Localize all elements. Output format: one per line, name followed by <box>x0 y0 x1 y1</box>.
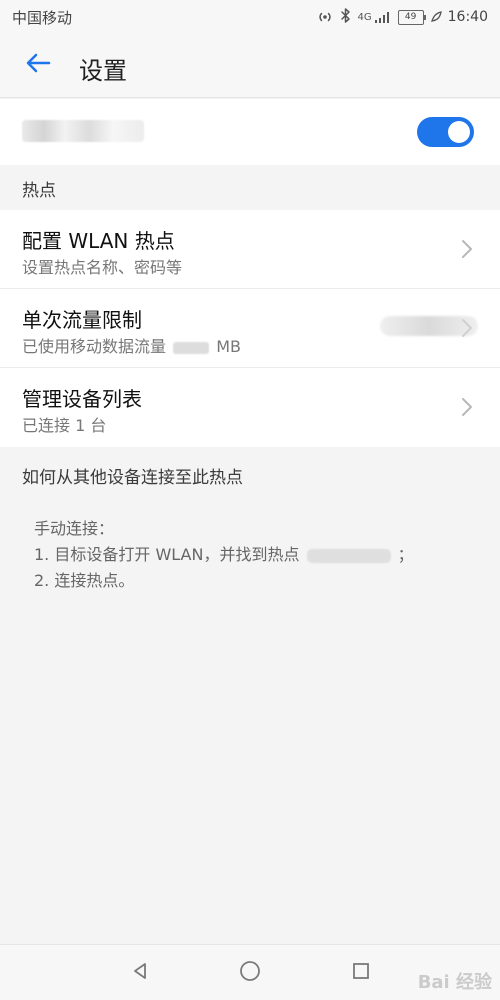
nav-back-button[interactable] <box>125 958 155 988</box>
hotspot-section-header: 热点 <box>0 166 500 210</box>
help-line-connect: 2. 连接热点。 <box>34 571 135 590</box>
manage-device-list-item[interactable]: 管理设备列表 已连接 1 台 <box>0 368 500 447</box>
nav-recent-button[interactable] <box>346 958 376 988</box>
status-icons: 4G 49 16:40 <box>316 8 488 26</box>
page-title: 设置 <box>79 57 127 85</box>
hotspot-settings-list: 配置 WLAN 热点 设置热点名称、密码等 单次流量限制 已使用移动数据流量 M… <box>0 210 500 447</box>
single-data-limit-item[interactable]: 单次流量限制 已使用移动数据流量 MB <box>0 289 500 368</box>
blurred-hotspot-name-inline <box>306 548 391 563</box>
back-arrow-icon <box>24 51 52 79</box>
hotspot-toggle-switch[interactable] <box>417 117 474 147</box>
network-type-label: 4G <box>357 11 372 23</box>
chevron-right-icon <box>460 317 474 339</box>
leaf-icon <box>430 10 442 24</box>
baidu-watermark: Bai 经验 <box>417 972 492 993</box>
toggle-knob <box>448 121 470 143</box>
circle-home-icon <box>238 959 262 987</box>
chevron-right-icon <box>460 396 474 418</box>
help-line-find-hotspot-suffix: ； <box>397 545 414 564</box>
single-data-limit-subtitle: 已使用移动数据流量 MB <box>22 333 241 357</box>
square-recent-icon <box>350 960 372 986</box>
configure-wlan-hotspot-item[interactable]: 配置 WLAN 热点 设置热点名称、密码等 <box>0 210 500 289</box>
battery-level: 49 <box>404 11 417 22</box>
hotspot-toggle-row <box>0 99 500 165</box>
nav-home-button[interactable] <box>235 958 265 988</box>
back-button[interactable] <box>18 48 58 82</box>
manage-device-list-title: 管理设备列表 <box>22 387 142 411</box>
configure-wlan-hotspot-subtitle: 设置热点名称、密码等 <box>22 258 183 277</box>
system-navigation-bar: Bai 经验 <box>0 944 500 1000</box>
chevron-right-icon <box>460 238 474 260</box>
blurred-data-amount <box>173 341 210 354</box>
triangle-back-icon <box>129 960 151 986</box>
hotspot-icon <box>316 8 334 26</box>
carrier-name: 中国移动 <box>12 8 73 27</box>
status-time: 16:40 <box>447 9 488 25</box>
manage-device-list-subtitle: 已连接 1 台 <box>22 416 107 435</box>
data-usage-prefix: 已使用移动数据流量 <box>22 337 167 356</box>
configure-wlan-hotspot-title: 配置 WLAN 热点 <box>22 229 175 253</box>
help-line-find-hotspot: 1. 目标设备打开 WLAN，并找到热点 ； <box>34 542 464 568</box>
bluetooth-icon <box>340 8 352 26</box>
blurred-hotspot-name <box>22 120 144 142</box>
connection-help-section-header: 如何从其他设备连接至此热点 <box>0 453 500 497</box>
single-data-limit-title: 单次流量限制 <box>22 308 142 332</box>
battery-icon: 49 <box>397 9 426 25</box>
status-bar: 中国移动 4G 49 16:40 <box>0 0 500 34</box>
help-line-manual: 手动连接： <box>34 519 115 538</box>
mobile-signal-icon: 4G <box>358 10 392 24</box>
data-usage-unit: MB <box>216 337 241 356</box>
connection-help-text: 手动连接： 1. 目标设备打开 WLAN，并找到热点 ； 2. 连接热点。 <box>34 516 464 594</box>
app-header: 设置 <box>0 34 500 98</box>
help-line-find-hotspot-prefix: 1. 目标设备打开 WLAN，并找到热点 <box>34 545 300 564</box>
